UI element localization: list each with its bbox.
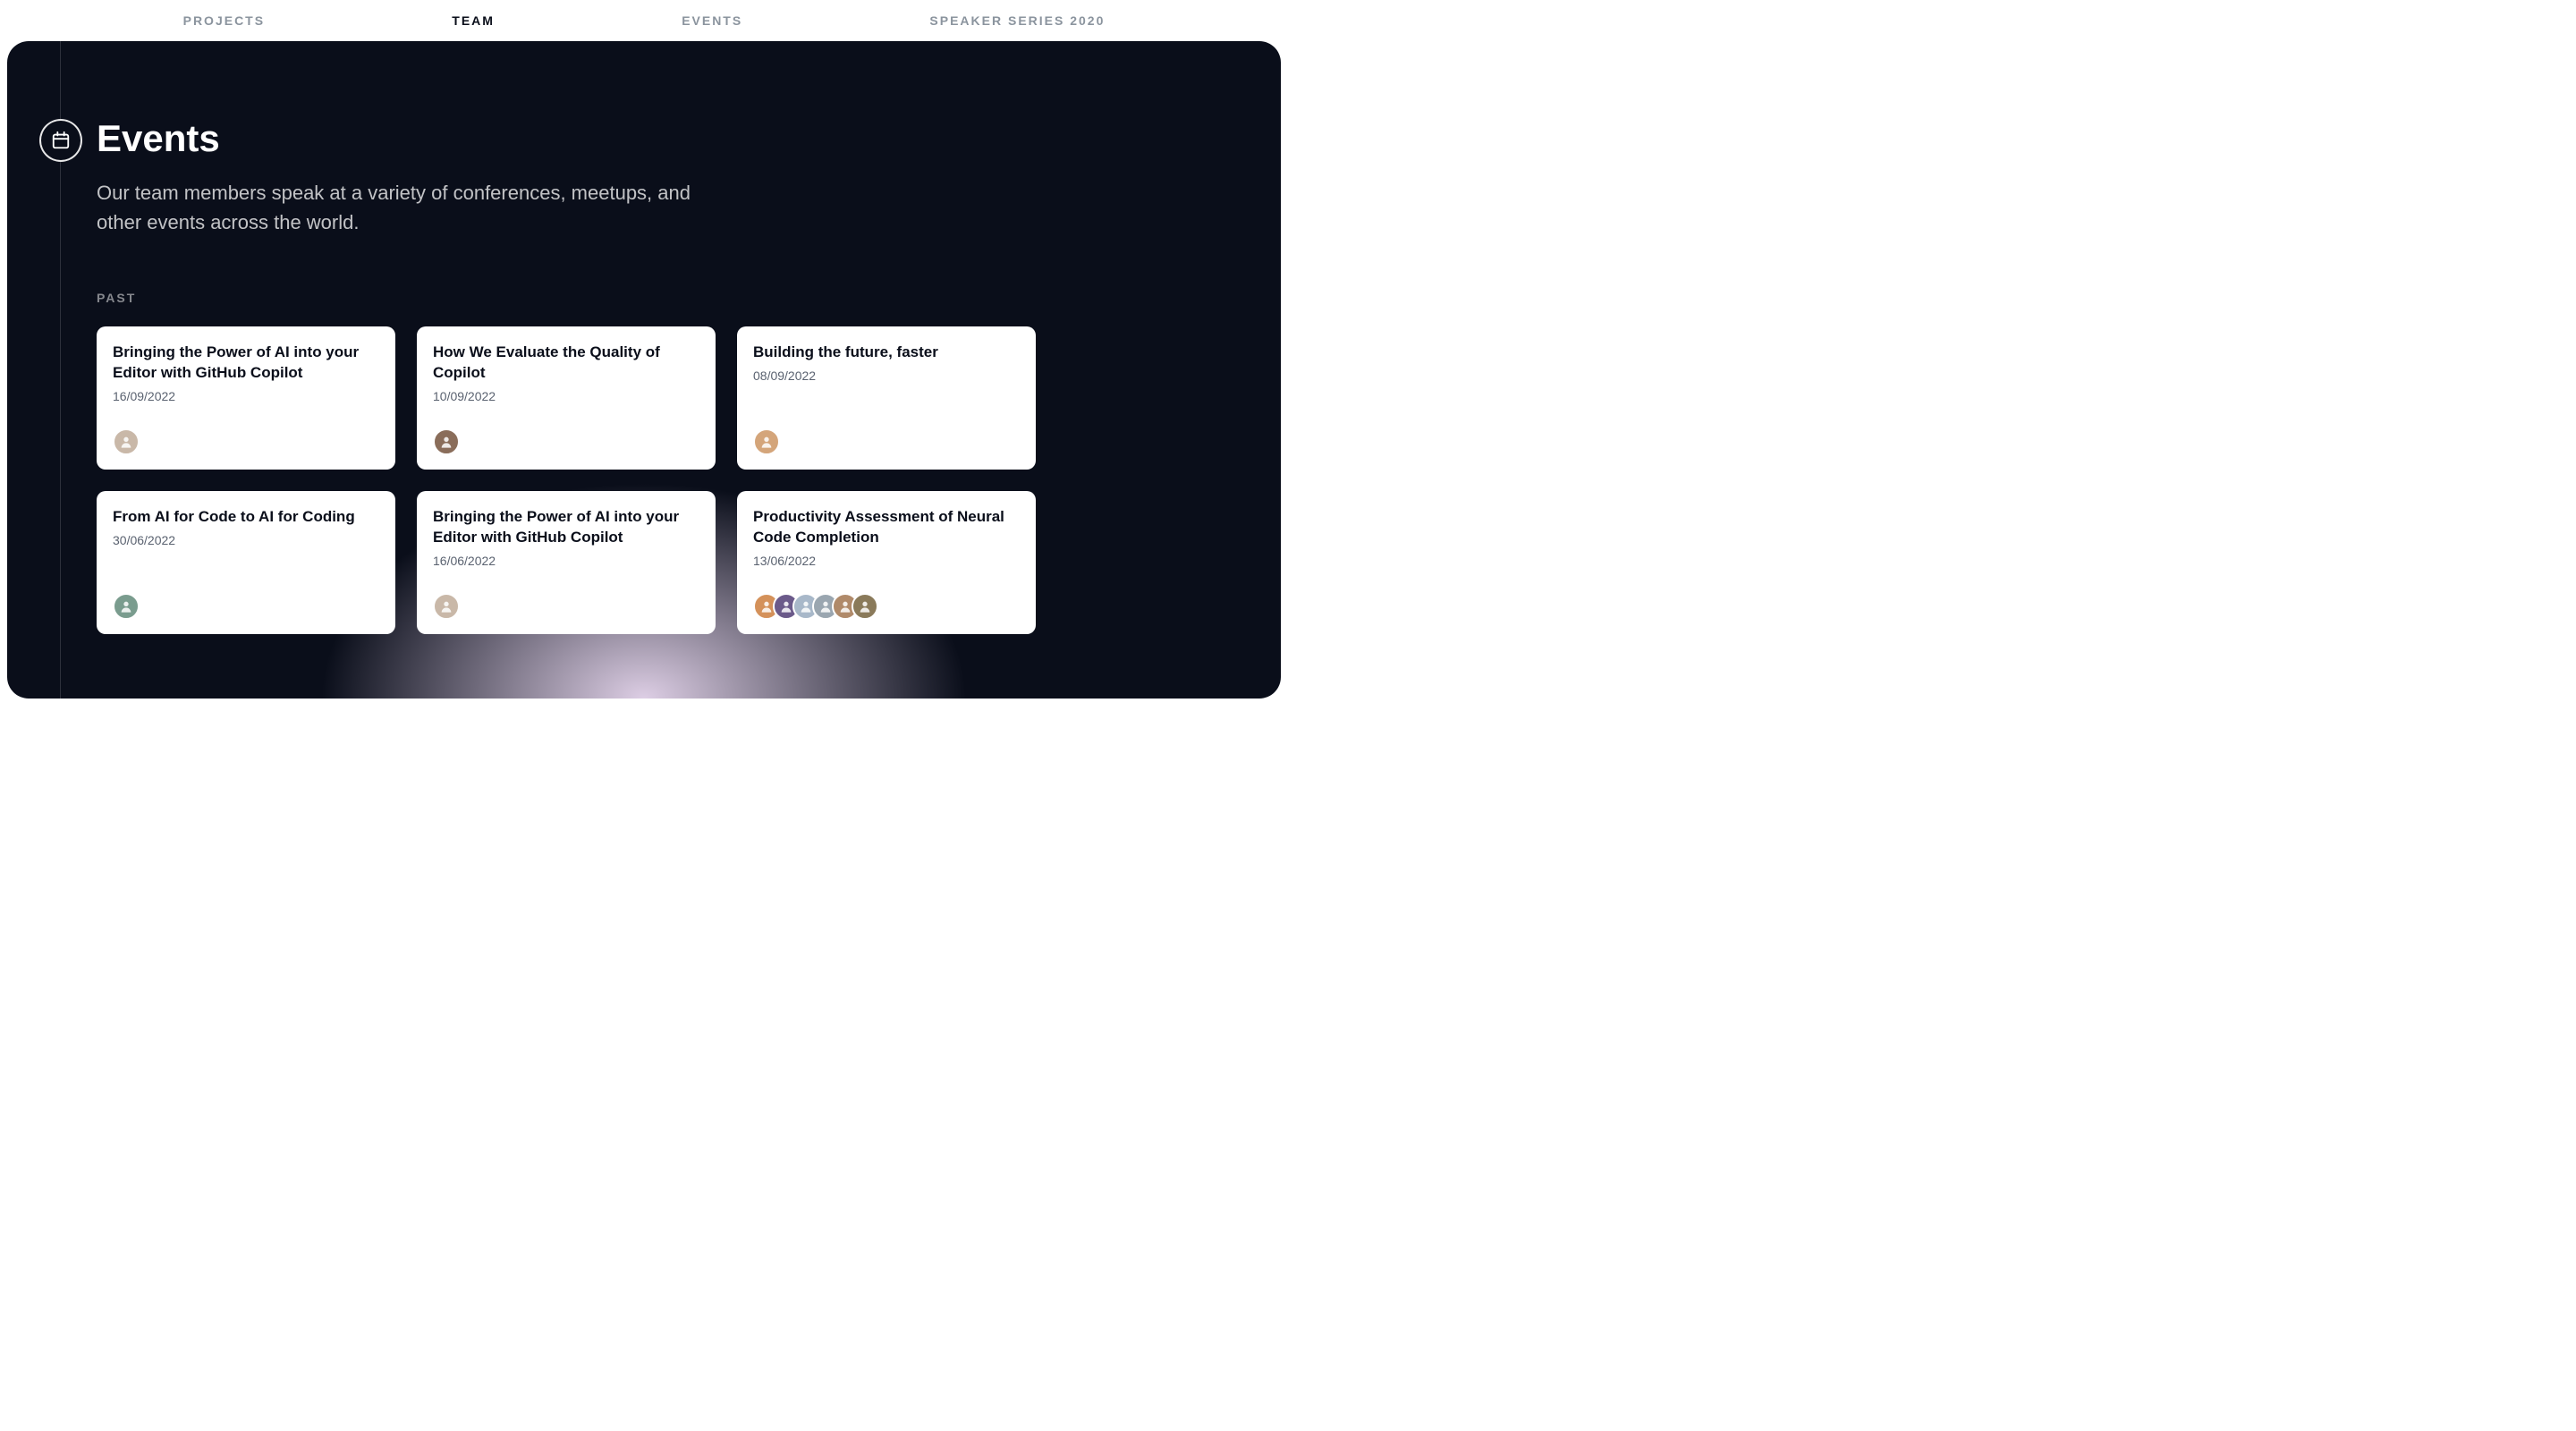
event-card-top: Bringing the Power of AI into your Edito… [113,343,379,403]
event-card-date: 08/09/2022 [753,368,1020,383]
subsection-label-past: PAST [97,291,1281,305]
avatar [433,593,460,620]
event-card-title: From AI for Code to AI for Coding [113,507,379,528]
avatar [753,428,780,455]
event-card[interactable]: How We Evaluate the Quality of Copilot 10… [417,326,716,470]
event-card-avatars [113,428,379,455]
event-card-top: From AI for Code to AI for Coding 30/06/2… [113,507,379,547]
events-grid: Bringing the Power of AI into your Edito… [97,326,1281,634]
event-card[interactable]: From AI for Code to AI for Coding 30/06/2… [97,491,395,634]
nav-team[interactable]: TEAM [452,13,495,28]
nav-events[interactable]: EVENTS [682,13,742,28]
event-card-title: Bringing the Power of AI into your Edito… [433,507,699,548]
event-card-avatars [113,593,379,620]
event-card-date: 13/06/2022 [753,554,1020,568]
nav-projects[interactable]: PROJECTS [183,13,265,28]
section-subtitle: Our team members speak at a variety of c… [97,178,741,237]
event-card-avatars [753,428,1020,455]
event-card-title: How We Evaluate the Quality of Copilot [433,343,699,384]
event-card-date: 30/06/2022 [113,533,379,547]
event-card-date: 10/09/2022 [433,389,699,403]
event-card-date: 16/06/2022 [433,554,699,568]
avatar [433,428,460,455]
event-card-top: Bringing the Power of AI into your Edito… [433,507,699,568]
content-area: Events Our team members speak at a varie… [7,41,1281,634]
section-title: Events [97,117,1281,160]
avatar [852,593,878,620]
event-card-top: How We Evaluate the Quality of Copilot 10… [433,343,699,403]
calendar-icon [51,131,71,150]
main-panel: Events Our team members speak at a varie… [7,41,1281,699]
event-card-title: Bringing the Power of AI into your Edito… [113,343,379,384]
event-card-top: Building the future, faster 08/09/2022 [753,343,1020,383]
event-card[interactable]: Productivity Assessment of Neural Code C… [737,491,1036,634]
nav-speaker-series[interactable]: SPEAKER SERIES 2020 [929,13,1105,28]
avatar [113,428,140,455]
event-card-title: Building the future, faster [753,343,1020,363]
event-card-avatars [753,593,1020,620]
top-nav: PROJECTS TEAM EVENTS SPEAKER SERIES 2020 [0,0,1288,41]
event-card-date: 16/09/2022 [113,389,379,403]
section-icon-wrap [39,119,82,162]
event-card-top: Productivity Assessment of Neural Code C… [753,507,1020,568]
event-card[interactable]: Building the future, faster 08/09/2022 [737,326,1036,470]
event-card-avatars [433,593,699,620]
event-card-avatars [433,428,699,455]
event-card[interactable]: Bringing the Power of AI into your Edito… [417,491,716,634]
event-card[interactable]: Bringing the Power of AI into your Edito… [97,326,395,470]
event-card-title: Productivity Assessment of Neural Code C… [753,507,1020,548]
avatar [113,593,140,620]
